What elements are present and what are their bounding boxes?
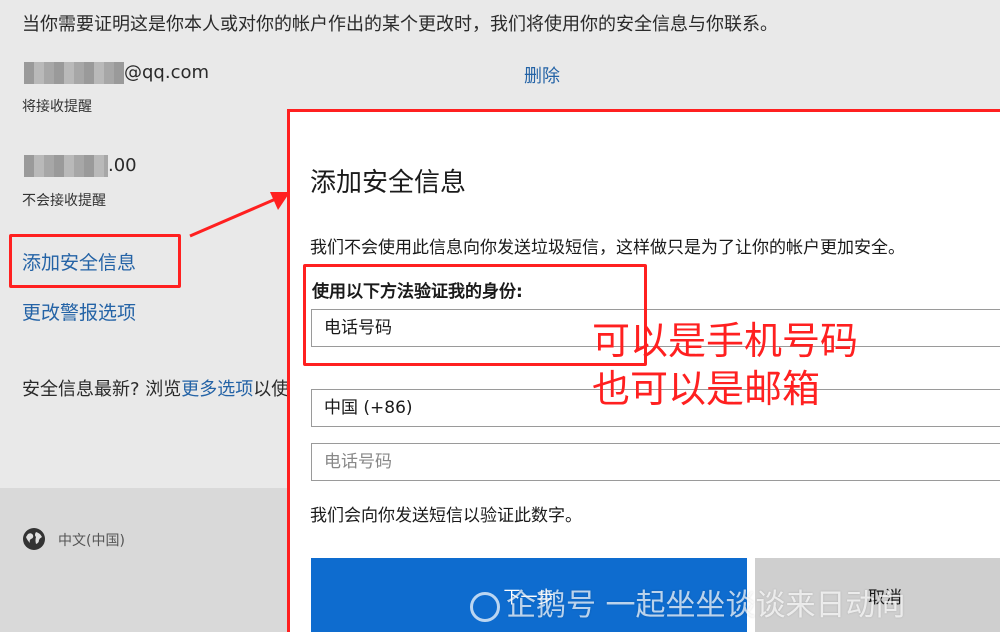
annotation-arrow xyxy=(189,192,290,238)
annotation-text-line1: 可以是手机号码 xyxy=(592,319,859,363)
latest-prefix: 安全信息最新? 浏览 xyxy=(22,379,182,400)
phone-number-input[interactable]: 电话号码 xyxy=(311,443,1000,481)
account-email-suffix: @qq.com xyxy=(124,62,210,83)
account-phone-suffix: .00 xyxy=(108,155,137,176)
penguin-logo-icon xyxy=(470,591,500,622)
redacted-block xyxy=(24,62,124,84)
account-phone: .00 xyxy=(24,155,137,177)
sms-note: 我们会向你发送短信以验证此数字。 xyxy=(310,506,582,526)
annotation-text-line2: 也可以是邮箱 xyxy=(592,367,821,411)
watermark-text: 企鹅号 一起坐坐谈谈来日动向 xyxy=(506,588,906,623)
globe-icon xyxy=(23,528,45,550)
redacted-block xyxy=(24,155,108,177)
latest-info-text: 安全信息最新? 浏览更多选项以使 xyxy=(22,375,288,401)
dialog-note: 我们不会使用此信息向你发送垃圾短信，这样做只是为了让你的帐户更加安全。 xyxy=(310,238,905,258)
more-options-link[interactable]: 更多选项 xyxy=(181,379,253,400)
delete-link[interactable]: 删除 xyxy=(524,62,560,88)
change-alert-options-link[interactable]: 更改警报选项 xyxy=(22,298,136,325)
highlight-box-add-link xyxy=(9,234,181,288)
dialog-title: 添加安全信息 xyxy=(310,168,467,198)
intro-text: 当你需要证明这是你本人或对你的帐户作出的某个更改时，我们将使用你的安全信息与你联… xyxy=(22,14,778,35)
account-email: @qq.com xyxy=(24,62,209,84)
add-security-info-dialog: 添加安全信息 我们不会使用此信息向你发送垃圾短信，这样做只是为了让你的帐户更加安… xyxy=(287,109,1000,632)
latest-suffix: 以使 xyxy=(253,379,288,400)
watermark: 企鹅号 一起坐坐谈谈来日动向 xyxy=(470,580,906,624)
account-email-note: 将接收提醒 xyxy=(22,99,92,115)
language-selector[interactable]: 中文(中国) xyxy=(58,530,125,550)
account-phone-note: 不会接收提醒 xyxy=(22,193,106,209)
